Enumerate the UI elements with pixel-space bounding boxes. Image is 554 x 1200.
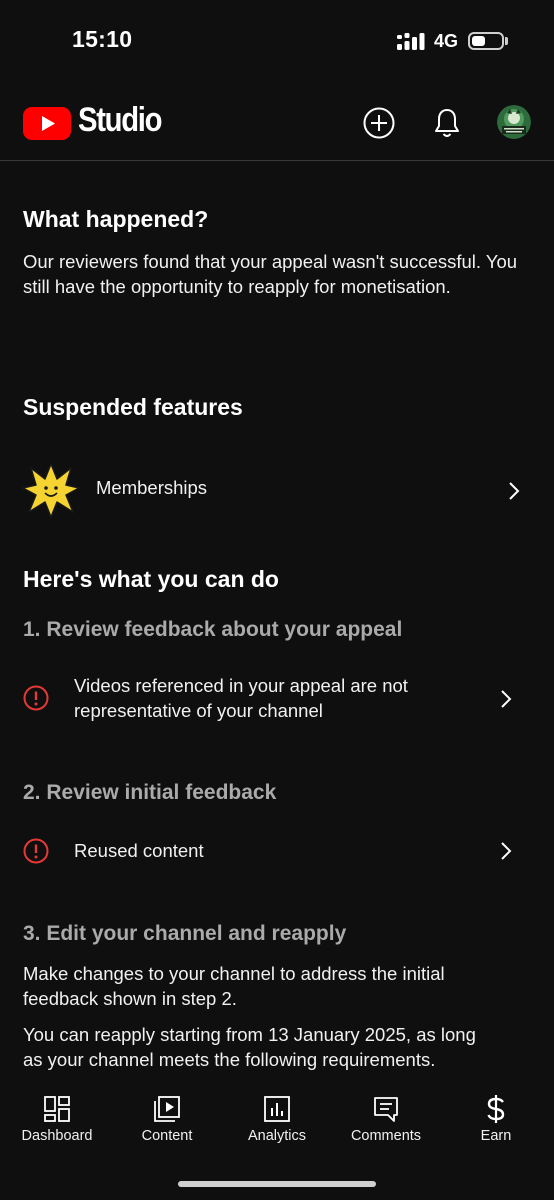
add-circle-icon <box>363 107 395 139</box>
analytics-icon <box>264 1096 290 1122</box>
network-type: 4G <box>434 31 459 51</box>
nav-dashboard[interactable]: Dashboard <box>2 1084 112 1156</box>
alert-circle-icon <box>23 838 49 864</box>
comments-icon <box>374 1097 398 1122</box>
chevron-right-icon <box>501 842 512 860</box>
step1-title: 1. Review feedback about your appeal <box>23 618 403 641</box>
alert-circle-icon <box>23 685 49 711</box>
what-happened-title: What happened? <box>23 206 209 232</box>
appeal-feedback-line-2: representative of your channel <box>74 700 323 721</box>
appeal-feedback-line-1: Videos referenced in your appeal are not <box>74 675 408 696</box>
nav-content[interactable]: Content <box>112 1084 222 1156</box>
avatar[interactable] <box>497 105 531 139</box>
step3-title: 3. Edit your channel and reapply <box>23 922 347 945</box>
memberships-row[interactable]: Memberships <box>0 456 554 522</box>
reused-content-row[interactable]: Reused content <box>0 828 554 874</box>
battery-tip <box>505 37 508 45</box>
reused-content-label: Reused content <box>74 840 204 861</box>
nav-analytics[interactable]: Analytics <box>222 1084 332 1156</box>
nav-dashboard-label: Dashboard <box>21 1128 93 1144</box>
channel-avatar-image <box>497 105 531 139</box>
membership-star-icon <box>22 463 80 518</box>
step3-paragraph-1-line-1: Make changes to your channel to address … <box>23 963 445 984</box>
step2-title: 2. Review initial feedback <box>23 781 277 804</box>
create-button[interactable] <box>361 105 397 141</box>
signal-icon <box>397 33 425 50</box>
appeal-feedback-text: Videos referenced in your appeal are not… <box>74 673 474 723</box>
appeal-feedback-row[interactable]: Videos referenced in your appeal are not… <box>0 668 554 730</box>
step3-paragraph-2-line-1: You can reapply starting from 13 January… <box>23 1024 476 1045</box>
chevron-right-icon <box>509 482 520 500</box>
nav-comments[interactable]: Comments <box>331 1084 441 1156</box>
status-time: 15:10 <box>72 26 133 52</box>
step3-paragraph-2-line-2: as your channel meets the following requ… <box>23 1049 436 1070</box>
bell-icon <box>435 109 459 137</box>
step3-paragraph-1: Make changes to your channel to address … <box>23 961 538 1011</box>
nav-content-label: Content <box>141 1128 193 1144</box>
home-indicator <box>178 1181 376 1187</box>
notifications-button[interactable] <box>429 105 465 141</box>
nav-earn-label: Earn <box>480 1128 512 1144</box>
dashboard-icon <box>44 1096 70 1122</box>
content-icon <box>154 1096 180 1122</box>
step3-paragraph-1-line-2: feedback shown in step 2. <box>23 988 237 1009</box>
memberships-label: Memberships <box>96 477 208 498</box>
what-you-can-do-title: Here's what you can do <box>23 566 279 592</box>
chevron-right-icon <box>501 690 512 708</box>
suspended-features-title: Suspended features <box>23 394 243 420</box>
nav-comments-label: Comments <box>350 1128 422 1144</box>
nav-earn[interactable]: Earn <box>441 1084 551 1156</box>
studio-logo-text: Studio <box>78 101 163 139</box>
youtube-logo-icon[interactable] <box>23 107 71 140</box>
what-happened-body: Our reviewers found that your appeal was… <box>23 251 518 297</box>
battery-icon <box>468 32 504 50</box>
nav-analytics-label: Analytics <box>247 1128 307 1144</box>
dollar-icon <box>487 1095 505 1123</box>
appbar-divider <box>0 160 554 161</box>
step3-paragraph-2: You can reapply starting from 13 January… <box>23 1022 538 1072</box>
